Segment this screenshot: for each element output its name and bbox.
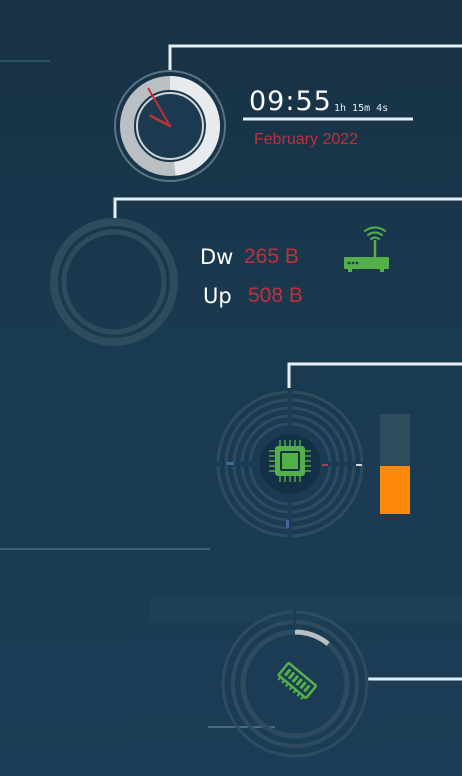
memory-bracket [368, 677, 462, 681]
ram-module-icon [277, 661, 318, 700]
